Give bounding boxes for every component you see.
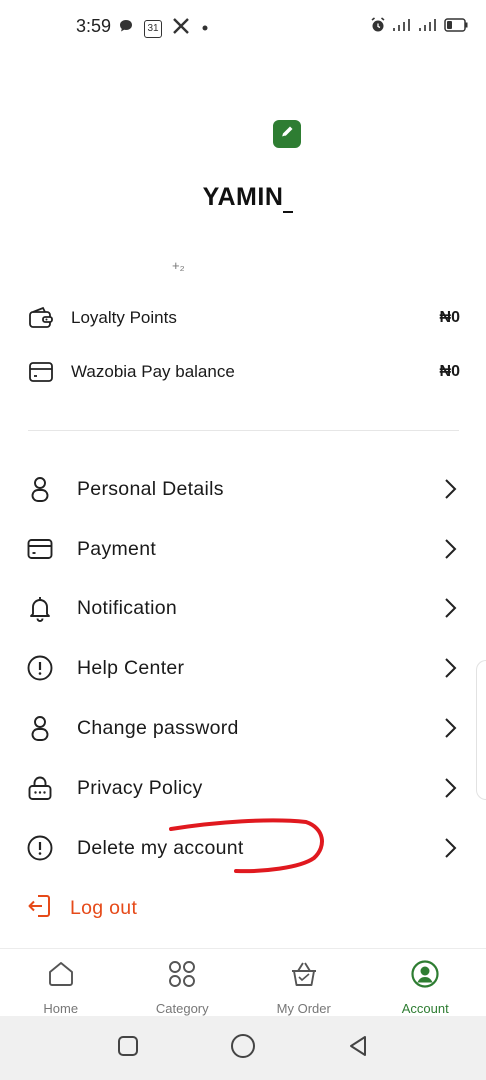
- balance-row-wazobia-pay[interactable]: Wazobia Pay balance ₦0: [28, 356, 460, 388]
- nav-my-order[interactable]: My Order: [243, 949, 365, 1016]
- menu-item-delete-account[interactable]: Delete my account: [26, 828, 460, 868]
- scroll-edge-handle[interactable]: [476, 660, 486, 800]
- status-time: 3:59: [76, 16, 112, 36]
- nav-label: Account: [401, 1001, 449, 1016]
- menu-item-personal-details[interactable]: Personal Details: [26, 469, 460, 509]
- card-icon: [26, 535, 54, 563]
- info-circle-icon: [26, 834, 54, 862]
- profile-name: YAMIN: [202, 183, 284, 211]
- menu-label: Privacy Policy: [77, 776, 203, 799]
- status-left-icons: 31: [118, 17, 210, 40]
- recents-icon[interactable]: [116, 1034, 140, 1063]
- menu-label: Notification: [77, 596, 178, 619]
- chevron-right-icon: [440, 776, 460, 800]
- system-nav-bar: [0, 1016, 486, 1080]
- edit-profile-button[interactable]: [273, 120, 301, 148]
- calendar-icon: 31: [144, 19, 162, 38]
- balance-label: Loyalty Points: [71, 308, 177, 327]
- logout-button[interactable]: Log out: [26, 888, 137, 928]
- category-icon: [167, 959, 197, 994]
- status-right-icons: [370, 17, 468, 38]
- person-icon: [26, 714, 54, 742]
- chevron-right-icon: [440, 596, 460, 620]
- account-icon: [410, 959, 440, 994]
- signal-icon: [418, 18, 438, 37]
- chevron-right-icon: [440, 836, 460, 860]
- info-circle-icon: [26, 654, 54, 682]
- menu-label: Delete my account: [77, 836, 244, 859]
- balance-value: ₦0: [439, 363, 460, 380]
- nav-label: My Order: [276, 1001, 331, 1016]
- small-mark: +₂: [172, 258, 185, 273]
- menu-label: Help Center: [77, 656, 185, 679]
- nav-category[interactable]: Category: [122, 949, 244, 1016]
- nav-home[interactable]: Home: [0, 949, 122, 1016]
- back-icon[interactable]: [346, 1034, 370, 1063]
- menu-item-change-password[interactable]: Change password: [26, 708, 460, 748]
- calendar-day: 31: [147, 23, 159, 34]
- nav-account[interactable]: Account: [365, 949, 486, 1016]
- x-logo-icon: [172, 17, 190, 40]
- balance-value: ₦0: [439, 309, 460, 326]
- menu-item-help-center[interactable]: Help Center: [26, 648, 460, 688]
- person-icon: [26, 475, 54, 503]
- bell-icon: [26, 594, 54, 622]
- home-icon: [46, 959, 76, 994]
- nav-label: Category: [155, 1001, 209, 1016]
- chevron-right-icon: [440, 477, 460, 501]
- chevron-right-icon: [440, 716, 460, 740]
- text-cursor: [283, 211, 293, 213]
- dot-icon: [200, 20, 210, 38]
- menu-label: Personal Details: [77, 477, 224, 500]
- logout-label: Log out: [70, 896, 138, 919]
- pencil-icon: [279, 124, 295, 145]
- home-circle-icon[interactable]: [230, 1033, 256, 1064]
- section-divider: [28, 430, 459, 431]
- nav-label: Home: [43, 1001, 79, 1016]
- battery-icon: [444, 18, 468, 37]
- logout-icon: [26, 892, 52, 925]
- card-icon: [28, 359, 54, 385]
- balance-label: Wazobia Pay balance: [71, 362, 235, 381]
- alarm-icon: [370, 17, 386, 38]
- bottom-nav: Home Category My Order Account: [0, 948, 486, 1016]
- signal-icon: [392, 18, 412, 37]
- menu-label: Change password: [77, 716, 239, 739]
- chat-bubble-icon: [118, 18, 134, 39]
- lock-icon: [26, 774, 54, 802]
- wallet-icon: [28, 305, 54, 331]
- menu-item-privacy-policy[interactable]: Privacy Policy: [26, 768, 460, 808]
- balance-row-loyalty-points[interactable]: Loyalty Points ₦0: [28, 302, 460, 334]
- menu-item-payment[interactable]: Payment: [26, 529, 460, 569]
- chevron-right-icon: [440, 537, 460, 561]
- chevron-right-icon: [440, 656, 460, 680]
- menu-label: Payment: [77, 537, 157, 560]
- menu-item-notification[interactable]: Notification: [26, 588, 460, 628]
- basket-icon: [289, 959, 319, 994]
- status-bar: 3:59 31: [0, 0, 486, 56]
